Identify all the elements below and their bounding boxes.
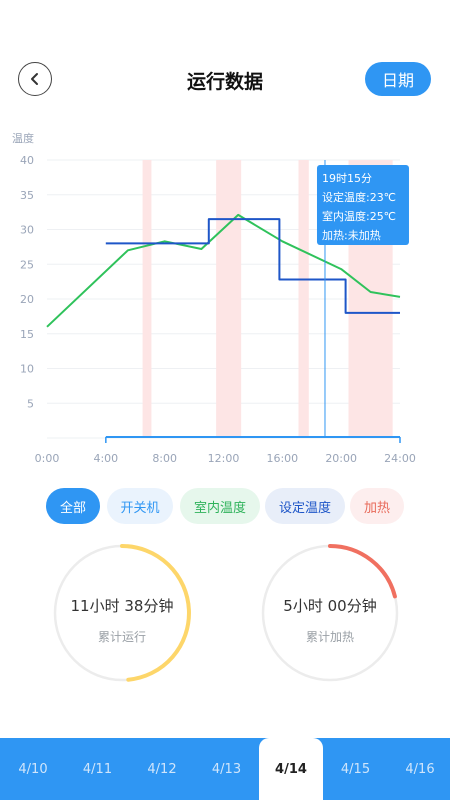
tooltip-line: 19时15分 (322, 172, 372, 185)
tooltip-line: 设定温度:23℃ (322, 190, 396, 204)
date-tab-4-15[interactable]: 4/15 (324, 738, 388, 800)
heating-period-band (216, 160, 242, 438)
x-tick-label: 4:00 (93, 452, 118, 465)
y-tick-label: 20 (20, 293, 34, 306)
tooltip: 19时15分设定温度:23℃ 室内温度:25℃ 加热:未加热 (316, 165, 409, 245)
run-time-value: 11小时 38分钟 (70, 597, 174, 615)
filter-all-chip[interactable]: 全部 (46, 488, 100, 524)
back-button[interactable] (18, 62, 52, 96)
y-tick-label: 25 (20, 258, 34, 271)
y-axis-label: 温度 (12, 131, 34, 145)
chevron-left-icon (31, 73, 38, 85)
filter-set-temp-chip[interactable]: 设定温度 (265, 488, 345, 524)
x-tick-label: 20:00 (325, 452, 357, 465)
y-tick-label: 30 (20, 224, 34, 237)
x-tick-label: 12:00 (208, 452, 240, 465)
y-tick-label: 15 (20, 328, 34, 341)
date-selector-bar: 4/10 4/11 4/12 4/13 4/14 4/15 4/16 (0, 738, 450, 800)
header: 运行数据 日期 (0, 60, 450, 100)
x-tick-label: 8:00 (152, 452, 177, 465)
filter-indoor-temp-chip[interactable]: 室内温度 (180, 488, 260, 524)
ring-progress-arc (328, 544, 397, 599)
x-tick-label: 16:00 (266, 452, 298, 465)
temperature-chart: 温度 5 10 15 20 25 30 35 40 0:00 4:00 8:00 12:00 16:00 2… (12, 131, 416, 465)
heating-time-value: 5小时 00分钟 (283, 597, 377, 615)
heating-period-band (142, 160, 152, 438)
x-tick-label: 0:00 (35, 452, 60, 465)
filter-power-chip[interactable]: 开关机 (107, 488, 173, 524)
y-tick-label: 40 (20, 154, 34, 167)
date-tab-4-12[interactable]: 4/12 (130, 738, 194, 800)
run-time-stat: 11小时 38分钟 累计运行 (52, 543, 192, 683)
tooltip-line: 加热:未加热 (322, 229, 381, 242)
x-tick-label: 24:00 (384, 452, 416, 465)
date-tab-4-16[interactable]: 4/16 (388, 738, 450, 800)
date-picker-button[interactable]: 日期 (365, 62, 431, 96)
date-tab-4-13[interactable]: 4/13 (195, 738, 259, 800)
heating-period-band (298, 160, 309, 438)
y-tick-label: 35 (20, 189, 34, 202)
y-tick-label: 10 (20, 363, 34, 376)
date-tab-4-14[interactable]: 4/14 (259, 738, 323, 800)
y-tick-label: 5 (27, 397, 34, 410)
filter-heating-chip[interactable]: 加热 (350, 488, 404, 524)
date-tab-4-10[interactable]: 4/10 (1, 738, 65, 800)
heating-time-caption: 累计加热 (305, 630, 354, 644)
date-tab-4-11[interactable]: 4/11 (66, 738, 130, 800)
tooltip-line: 室内温度:25℃ (322, 209, 396, 223)
series-filter-bar: 全部 开关机 室内温度 设定温度 加热 (0, 488, 450, 526)
heating-time-stat: 5小时 00分钟 累计加热 (260, 543, 400, 683)
run-time-caption: 累计运行 (97, 630, 146, 644)
